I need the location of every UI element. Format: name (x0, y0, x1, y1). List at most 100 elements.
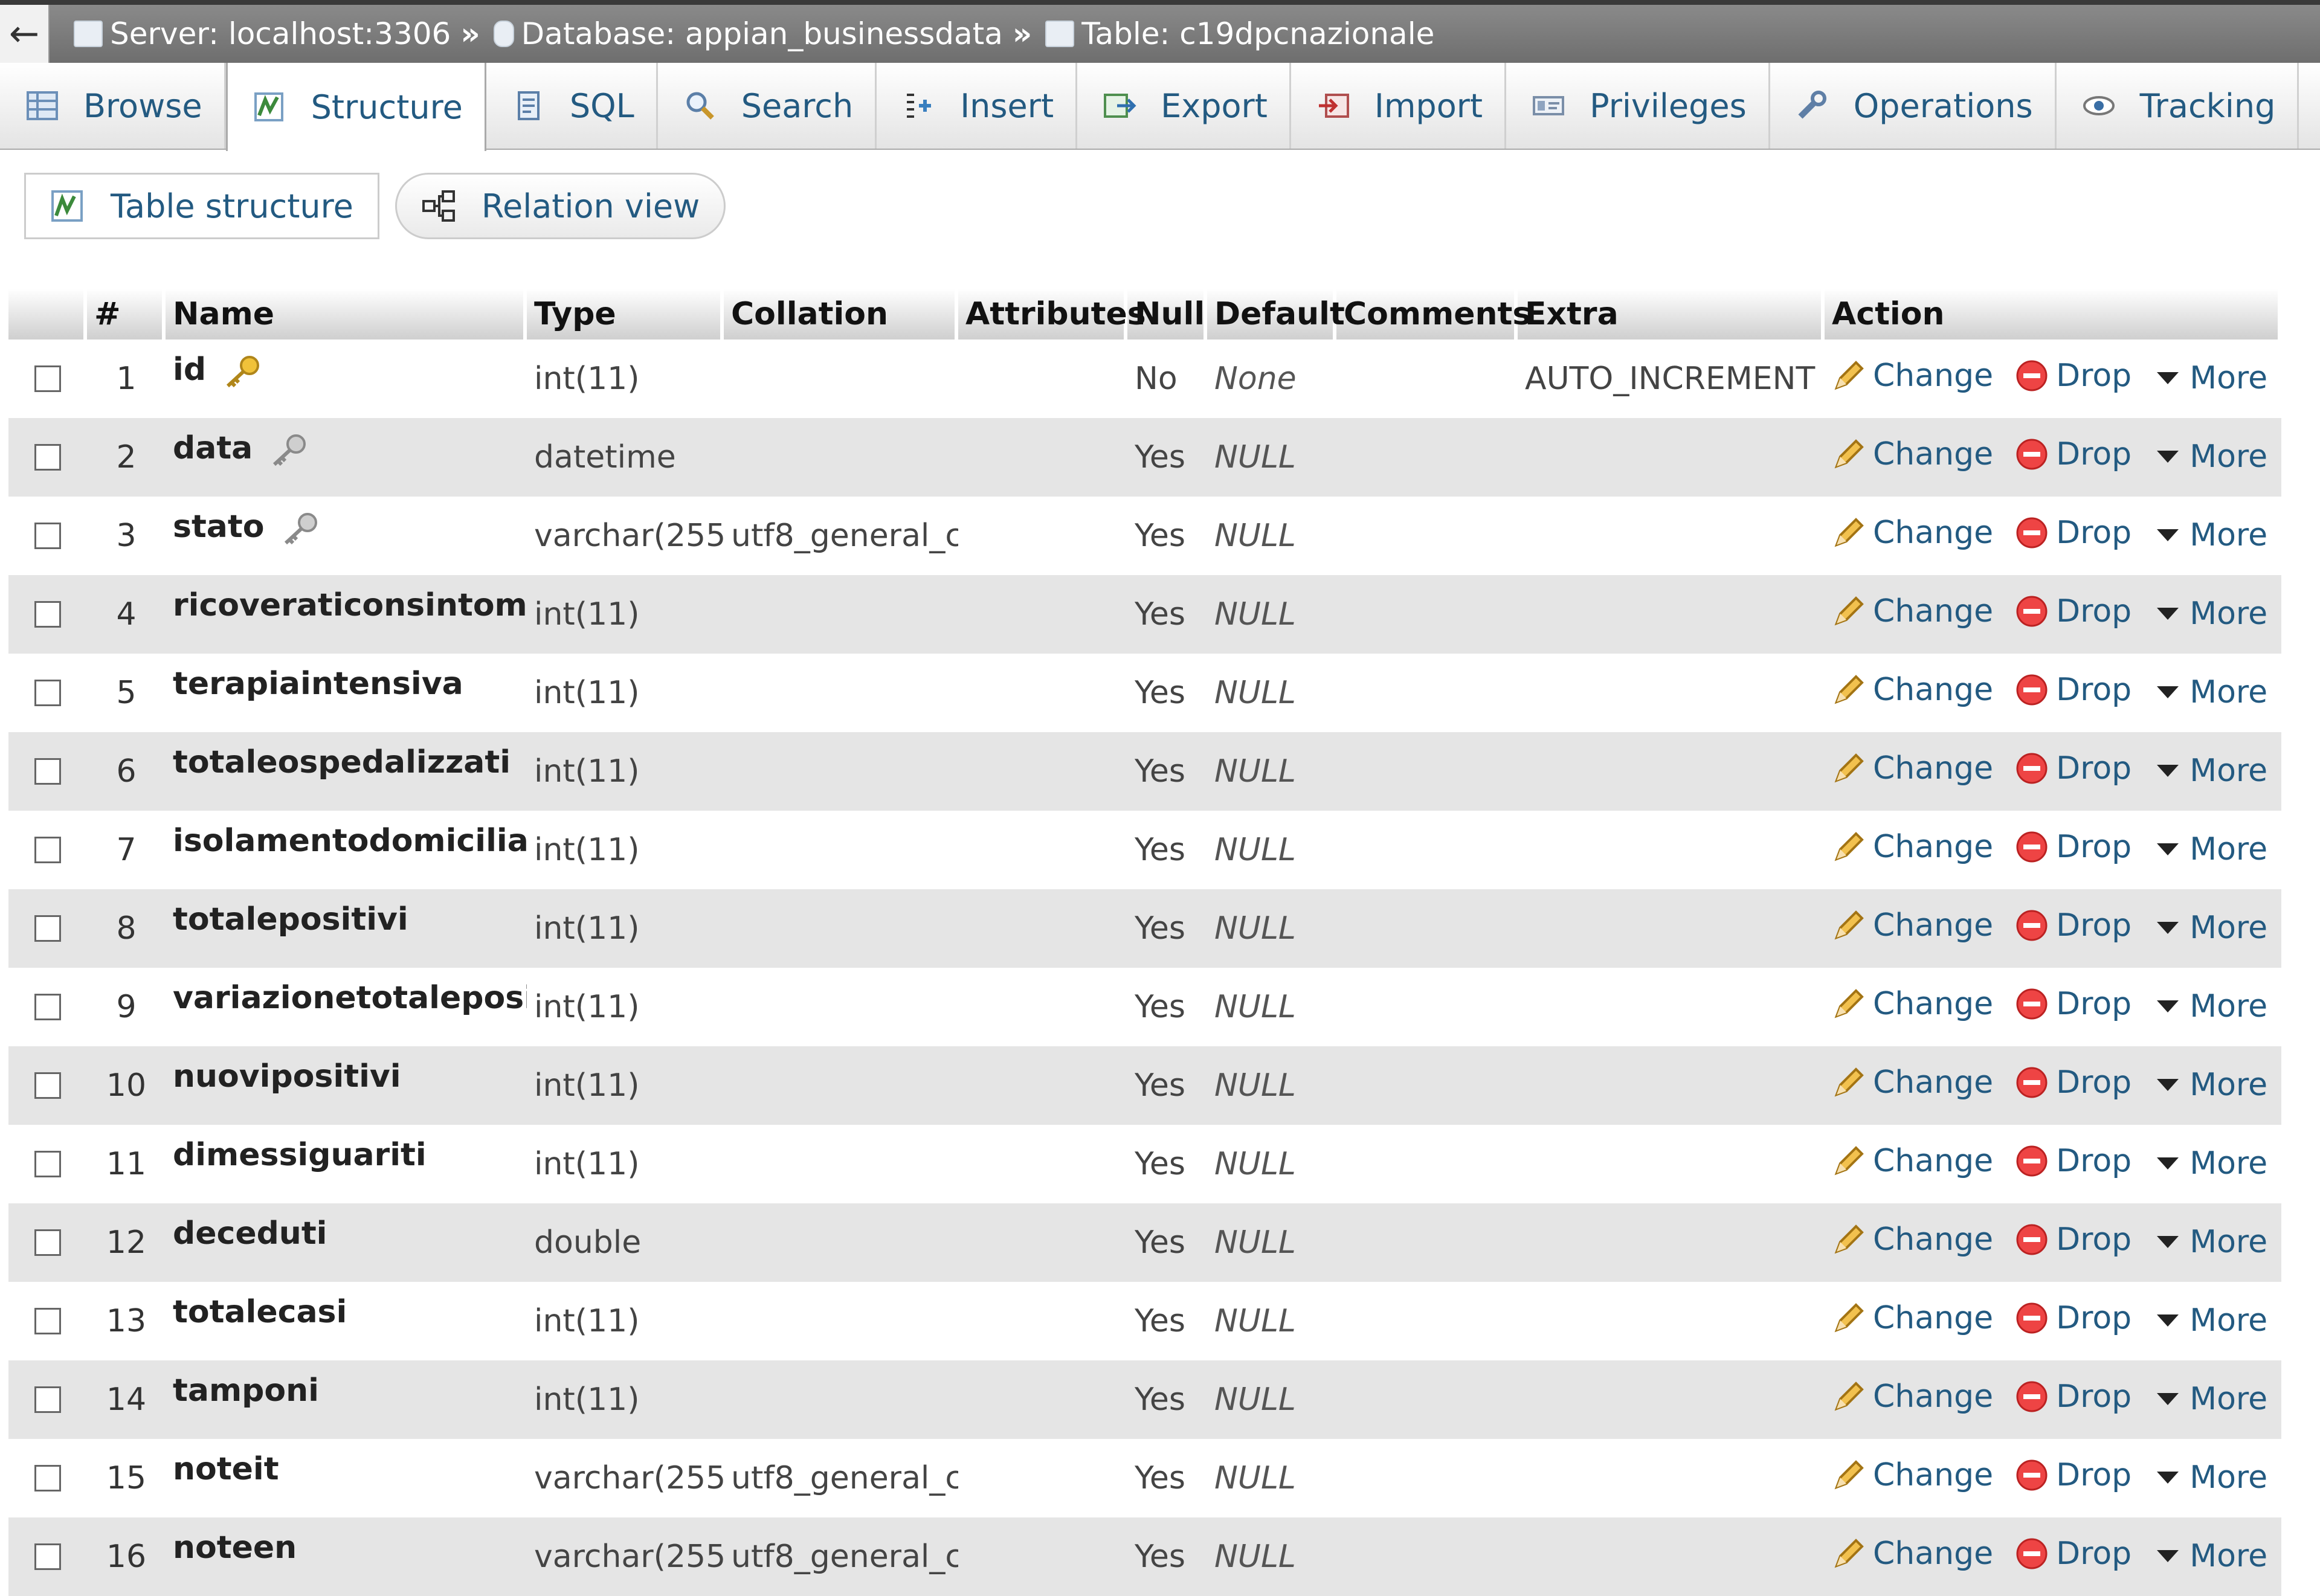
more-action[interactable]: More (2153, 1381, 2267, 1417)
row-checkbox[interactable] (34, 523, 61, 549)
row-checkbox[interactable] (34, 680, 61, 706)
drop-action[interactable]: Drop (2015, 672, 2132, 708)
table-row: 16 noteen varchar(255) utf8_general_ci Yes NU… (8, 1517, 2281, 1596)
change-action[interactable]: Change (1832, 986, 1993, 1022)
relation-view-button[interactable]: Relation view (395, 173, 726, 239)
drop-action[interactable]: Drop (2015, 1064, 2132, 1101)
tab-export[interactable]: Export (1077, 63, 1291, 149)
row-checkbox[interactable] (34, 1465, 61, 1491)
more-action[interactable]: More (2153, 1224, 2267, 1260)
row-checkbox[interactable] (34, 915, 61, 942)
breadcrumb-database[interactable]: Database: appian_businessdata » (493, 16, 1040, 51)
more-action[interactable]: More (2153, 439, 2267, 475)
more-action[interactable]: More (2153, 988, 2267, 1025)
row-checkbox[interactable] (34, 837, 61, 863)
tab-structure[interactable]: Structure (225, 63, 486, 151)
change-action[interactable]: Change (1832, 750, 1993, 787)
tab-insert[interactable]: Insert (877, 63, 1078, 149)
more-label: More (2190, 831, 2268, 867)
header-num: # (87, 289, 166, 339)
column-extra (1518, 1282, 1825, 1360)
drop-action[interactable]: Drop (2015, 907, 2132, 944)
drop-action[interactable]: Drop (2015, 1143, 2132, 1179)
row-checkbox[interactable] (34, 1386, 61, 1413)
back-button[interactable]: ← (0, 5, 50, 63)
drop-action[interactable]: Drop (2015, 515, 2132, 551)
more-action[interactable]: More (2153, 1538, 2267, 1574)
drop-icon (2016, 1459, 2048, 1490)
change-action[interactable]: Change (1832, 1221, 1993, 1258)
change-action[interactable]: Change (1832, 593, 1993, 629)
drop-action[interactable]: Drop (2015, 593, 2132, 629)
header-name[interactable]: Name (166, 289, 527, 339)
tab-search[interactable]: Search (658, 63, 877, 149)
more-action[interactable]: More (2153, 831, 2267, 867)
more-action[interactable]: More (2153, 1302, 2267, 1339)
table-structure-button[interactable]: Table structure (24, 173, 379, 239)
drop-action[interactable]: Drop (2015, 1300, 2132, 1336)
drop-action[interactable]: Drop (2015, 1457, 2132, 1493)
more-action[interactable]: More (2153, 753, 2267, 789)
more-action[interactable]: More (2153, 517, 2267, 553)
row-checkbox[interactable] (34, 601, 61, 628)
drop-action[interactable]: Drop (2015, 358, 2132, 394)
change-action[interactable]: Change (1832, 907, 1993, 944)
more-action[interactable]: More (2153, 360, 2267, 396)
change-action[interactable]: Change (1832, 436, 1993, 472)
drop-icon (2016, 1538, 2048, 1569)
breadcrumb-table-label[interactable]: Table: c19dpcnazionale (1081, 16, 1434, 51)
tab-browse[interactable]: Browse (0, 63, 226, 149)
tab-import[interactable]: Import (1291, 63, 1507, 149)
row-checkbox[interactable] (34, 444, 61, 471)
drop-action[interactable]: Drop (2015, 986, 2132, 1022)
row-checkbox[interactable] (34, 1151, 61, 1177)
column-actions: Change Drop More (1825, 811, 2281, 889)
drop-action[interactable]: Drop (2015, 1221, 2132, 1258)
change-action[interactable]: Change (1832, 1457, 1993, 1493)
row-checkbox[interactable] (34, 1229, 61, 1256)
breadcrumb-server[interactable]: Server: localhost:3306 » (74, 16, 488, 51)
change-action[interactable]: Change (1832, 1536, 1993, 1572)
more-action[interactable]: More (2153, 596, 2267, 632)
column-default: NULL (1207, 1046, 1336, 1125)
more-action[interactable]: More (2153, 674, 2267, 710)
tab-sql[interactable]: SQL (486, 63, 658, 149)
insert-icon (902, 90, 936, 121)
drop-action[interactable]: Drop (2015, 829, 2132, 865)
change-action[interactable]: Change (1832, 358, 1993, 394)
column-name: variazionetotalepositivi (173, 980, 527, 1016)
more-action[interactable]: More (2153, 910, 2267, 946)
change-action[interactable]: Change (1832, 1300, 1993, 1336)
change-action[interactable]: Change (1832, 829, 1993, 865)
breadcrumb-table[interactable]: Table: c19dpcnazionale (1045, 16, 1434, 51)
row-checkbox[interactable] (34, 365, 61, 392)
tab-overflow[interactable] (2299, 63, 2320, 149)
change-action[interactable]: Change (1832, 1064, 1993, 1101)
more-action[interactable]: More (2153, 1067, 2267, 1103)
tab-privileges[interactable]: Privileges (1506, 63, 1770, 149)
row-checkbox[interactable] (34, 1072, 61, 1099)
more-action[interactable]: More (2153, 1145, 2267, 1182)
change-action[interactable]: Change (1832, 1143, 1993, 1179)
breadcrumb-server-label[interactable]: Server: localhost:3306 (110, 16, 451, 51)
row-checkbox[interactable] (34, 994, 61, 1020)
change-action[interactable]: Change (1832, 672, 1993, 708)
drop-action[interactable]: Drop (2015, 436, 2132, 472)
column-comments (1336, 1517, 1518, 1596)
tab-operations[interactable]: Operations (1770, 63, 2057, 149)
tab-tracking[interactable]: Tracking (2057, 63, 2299, 149)
drop-label: Drop (2056, 1064, 2132, 1101)
row-checkbox[interactable] (34, 1543, 61, 1570)
table-icon (1045, 21, 1075, 47)
breadcrumb-database-label[interactable]: Database: appian_businessdata (521, 16, 1003, 51)
change-action[interactable]: Change (1832, 1379, 1993, 1415)
row-checkbox[interactable] (34, 758, 61, 785)
more-action[interactable]: More (2153, 1459, 2267, 1496)
drop-action[interactable]: Drop (2015, 1536, 2132, 1572)
column-name: isolamentodomiciliare (173, 823, 527, 859)
drop-action[interactable]: Drop (2015, 750, 2132, 787)
change-action[interactable]: Change (1832, 515, 1993, 551)
column-type: varchar(255) (527, 1517, 724, 1596)
drop-action[interactable]: Drop (2015, 1379, 2132, 1415)
row-checkbox[interactable] (34, 1308, 61, 1334)
